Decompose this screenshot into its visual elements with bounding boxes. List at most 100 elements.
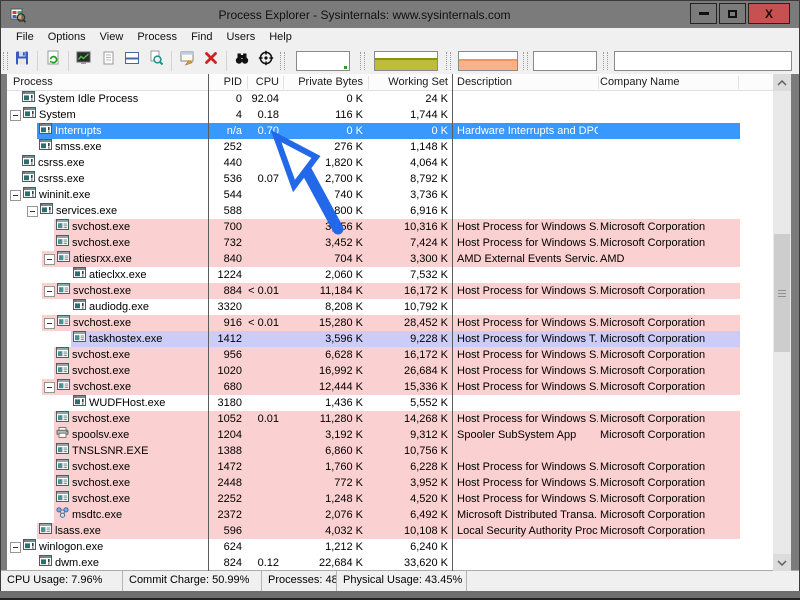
process-row-csrss-exe-440[interactable]: csrss.exe4401,820 K4,064 K — [7, 155, 773, 171]
kill-process-button[interactable] — [199, 50, 223, 72]
column-divider-process[interactable] — [208, 74, 209, 571]
column-header-separator[interactable] — [598, 76, 599, 89]
tree-collapse-toggle[interactable] — [44, 254, 55, 265]
column-header-desc[interactable]: Description — [455, 74, 598, 90]
close-button[interactable]: X — [748, 3, 790, 24]
pid-cell: 1052 — [208, 411, 247, 427]
pid-cell: 1204 — [208, 427, 247, 443]
ws-cell: 5,552 K — [368, 395, 452, 411]
column-header-separator[interactable] — [368, 76, 369, 89]
menu-item-process[interactable]: Process — [130, 28, 184, 47]
titlebar[interactable]: Process Explorer - Sysinternals: www.sys… — [1, 1, 799, 28]
company-cell — [600, 299, 738, 315]
process-row-svchost-exe-700[interactable]: svchost.exe7003,956 K10,316 KHost Proces… — [7, 219, 773, 235]
column-header-company[interactable]: Company Name — [600, 74, 738, 90]
column-header-cpu[interactable]: CPU — [247, 74, 283, 90]
show-lower-pane-button[interactable] — [120, 50, 144, 72]
process-row-svchost-exe-956[interactable]: svchost.exe9566,628 K16,172 KHost Proces… — [7, 347, 773, 363]
find-handle-button[interactable] — [230, 50, 254, 72]
process-row-atiesrxx-exe-840[interactable]: atiesrxx.exe840704 K3,300 KAMD External … — [7, 251, 773, 267]
maximize-button[interactable] — [719, 3, 746, 24]
menu-item-users[interactable]: Users — [219, 28, 262, 47]
company-cell: Microsoft Corporation — [600, 475, 738, 491]
pid-cell: 1412 — [208, 331, 247, 347]
scrollbar-thumb[interactable] — [774, 234, 790, 352]
tree-collapse-toggle[interactable] — [10, 542, 21, 553]
tree-collapse-toggle[interactable] — [44, 382, 55, 393]
column-header-process[interactable]: Process — [7, 74, 208, 90]
app-process-icon — [23, 107, 36, 123]
column-header-separator[interactable] — [283, 76, 284, 89]
pid-cell: 2448 — [208, 475, 247, 491]
process-row-svchost-exe-1472[interactable]: svchost.exe14721,760 K6,228 KHost Proces… — [7, 459, 773, 475]
process-row-dwm-exe-824[interactable]: dwm.exe8240.1222,684 K33,620 K — [7, 555, 773, 571]
process-row-wininit-exe-544[interactable]: wininit.exe544740 K3,736 K — [7, 187, 773, 203]
process-row-system-4[interactable]: System40.18116 K1,744 K — [7, 107, 773, 123]
process-row-tnslsnr-exe-1388[interactable]: TNSLSNR.EXE13886,860 K10,756 K — [7, 443, 773, 459]
commit-history-graph[interactable] — [374, 51, 438, 71]
process-name: atieclxx.exe — [89, 267, 146, 283]
process-row-spoolsv-exe-1204[interactable]: spoolsv.exe12043,192 K9,312 KSpooler Sub… — [7, 427, 773, 443]
column-header-separator[interactable] — [738, 76, 739, 89]
process-row-csrss-exe-536[interactable]: csrss.exe5360.072,700 K8,792 K — [7, 171, 773, 187]
column-divider-workingset[interactable] — [452, 74, 453, 571]
column-header-priv[interactable]: Private Bytes — [283, 74, 368, 90]
desc-cell: Host Process for Windows S... — [455, 491, 598, 507]
process-row-audiodg-exe-3320[interactable]: audiodg.exe33208,208 K10,792 K — [7, 299, 773, 315]
tree-collapse-toggle[interactable] — [10, 110, 21, 121]
process-row-svchost-exe-1052[interactable]: svchost.exe10520.0111,280 K14,268 KHost … — [7, 411, 773, 427]
cpu-history-graph[interactable] — [296, 51, 350, 71]
menu-item-file[interactable]: File — [9, 28, 41, 47]
gpu-history-graph[interactable] — [614, 51, 792, 71]
io-history-graph[interactable] — [533, 51, 597, 71]
process-row-svchost-exe-916[interactable]: svchost.exe916< 0.0115,280 K28,452 KHost… — [7, 315, 773, 331]
menu-item-find[interactable]: Find — [184, 28, 219, 47]
save-button[interactable] — [10, 50, 34, 72]
refresh-button[interactable] — [41, 50, 65, 72]
properties-button[interactable] — [175, 50, 199, 72]
priv-cell: 1,436 K — [283, 395, 368, 411]
column-header-ws[interactable]: Working Set — [368, 74, 452, 90]
process-row-smss-exe-252[interactable]: smss.exe252276 K1,148 K — [7, 139, 773, 155]
process-row-svchost-exe-2448[interactable]: svchost.exe2448772 K3,952 KHost Process … — [7, 475, 773, 491]
scroll-up-button[interactable] — [773, 74, 791, 91]
menu-item-view[interactable]: View — [93, 28, 131, 47]
column-header-pid[interactable]: PID — [208, 74, 247, 90]
ws-cell: 3,736 K — [368, 187, 452, 203]
process-name: svchost.exe — [72, 363, 130, 379]
find-window-process-button[interactable] — [254, 50, 278, 72]
column-header-separator[interactable] — [247, 76, 248, 89]
process-row-svchost-exe-732[interactable]: svchost.exe7323,452 K7,424 KHost Process… — [7, 235, 773, 251]
process-row-svchost-exe-680[interactable]: svchost.exe68012,444 K15,336 KHost Proce… — [7, 379, 773, 395]
process-row-svchost-exe-884[interactable]: svchost.exe884< 0.0111,184 K16,172 KHost… — [7, 283, 773, 299]
process-row-services-exe-588[interactable]: services.exe5882,800 K6,916 K — [7, 203, 773, 219]
process-name: services.exe — [56, 203, 117, 219]
menu-item-help[interactable]: Help — [262, 28, 299, 47]
desc-cell: Spooler SubSystem App — [455, 427, 598, 443]
process-row-interrupts-n/a[interactable]: Interruptsn/a0.700 K0 KHardware Interrup… — [7, 123, 773, 139]
tree-collapse-toggle[interactable] — [44, 286, 55, 297]
process-row-system-idle-process-0[interactable]: System Idle Process092.040 K24 K — [7, 91, 773, 107]
system-information-button[interactable] — [72, 50, 96, 72]
physical-memory-history-graph[interactable] — [458, 51, 518, 71]
process-row-msdtc-exe-2372[interactable]: msdtc.exe23722,076 K6,492 KMicrosoft Dis… — [7, 507, 773, 523]
process-row-wudfhost-exe-3180[interactable]: WUDFHost.exe31801,436 K5,552 K — [7, 395, 773, 411]
tree-collapse-toggle[interactable] — [27, 206, 38, 217]
vertical-scrollbar[interactable] — [773, 74, 791, 571]
process-row-atieclxx-exe-1224[interactable]: atieclxx.exe12242,060 K7,532 K — [7, 267, 773, 283]
process-row-svchost-exe-1020[interactable]: svchost.exe102016,992 K26,684 KHost Proc… — [7, 363, 773, 379]
process-tree-button[interactable] — [96, 50, 120, 72]
tree-collapse-toggle[interactable] — [10, 190, 21, 201]
app-process-icon — [39, 139, 52, 155]
process-row-taskhostex-exe-1412[interactable]: taskhostex.exe14123,596 K9,228 KHost Pro… — [7, 331, 773, 347]
process-row-svchost-exe-2252[interactable]: svchost.exe22521,248 K4,520 KHost Proces… — [7, 491, 773, 507]
process-row-lsass-exe-596[interactable]: lsass.exe5964,032 K10,108 KLocal Securit… — [7, 523, 773, 539]
tree-collapse-toggle[interactable] — [44, 318, 55, 329]
scroll-down-button[interactable] — [773, 554, 791, 571]
pid-cell: 440 — [208, 155, 247, 171]
process-row-winlogon-exe-624[interactable]: winlogon.exe6241,212 K6,240 K — [7, 539, 773, 555]
menu-item-options[interactable]: Options — [41, 28, 93, 47]
minimize-button[interactable] — [690, 3, 717, 24]
view-dlls-button[interactable] — [144, 50, 168, 72]
priv-cell: 11,280 K — [283, 411, 368, 427]
